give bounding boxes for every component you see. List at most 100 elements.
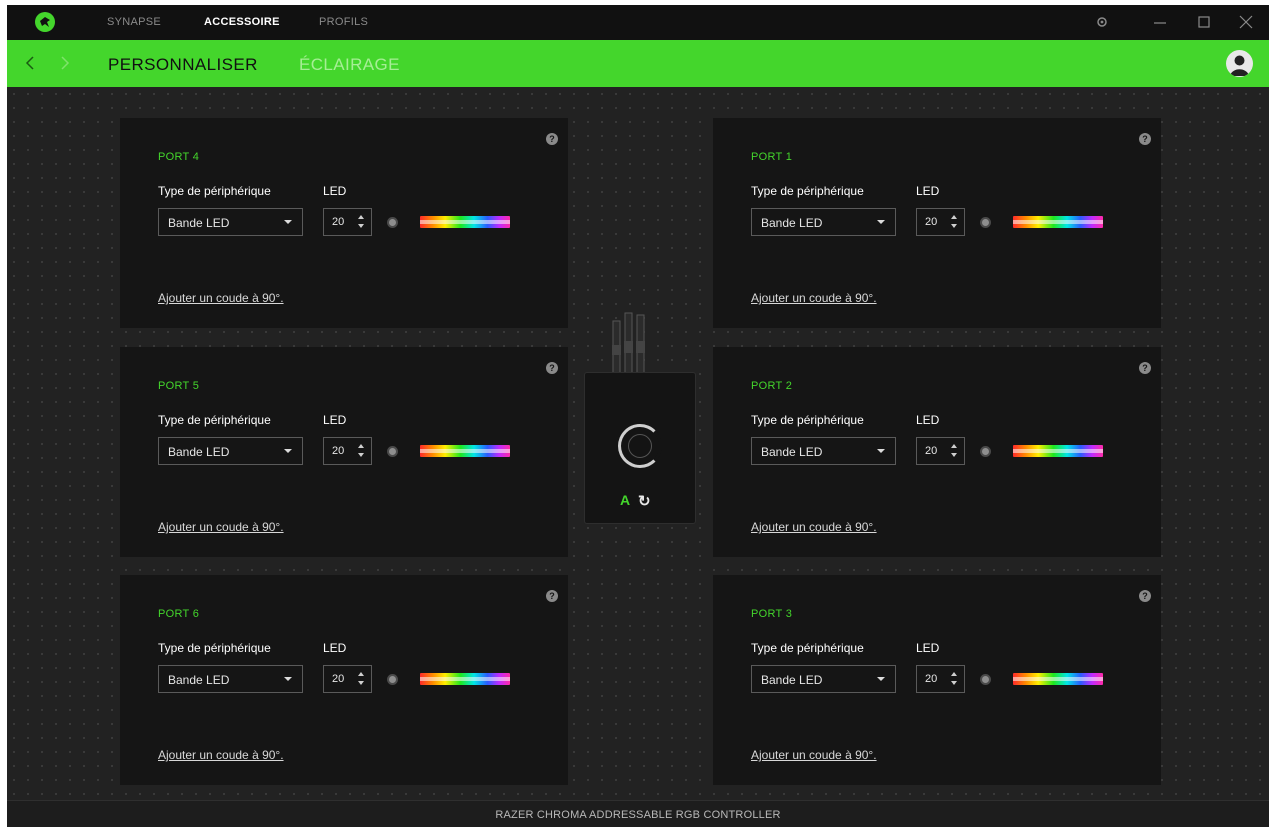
led-strip-preview xyxy=(1013,216,1103,228)
stepper-down-icon[interactable] xyxy=(358,681,364,685)
stepper-up-icon[interactable] xyxy=(951,215,957,219)
chevron-down-icon xyxy=(877,220,885,224)
add-elbow-link[interactable]: Ajouter un coude à 90°. xyxy=(158,748,284,762)
stepper-down-icon[interactable] xyxy=(951,453,957,457)
help-icon[interactable]: ? xyxy=(1139,362,1151,374)
led-count-value: 20 xyxy=(332,216,345,228)
led-count-stepper[interactable]: 20 xyxy=(916,208,965,236)
tab-profils[interactable]: PROFILS xyxy=(319,16,368,28)
add-elbow-link[interactable]: Ajouter un coude à 90°. xyxy=(158,291,284,305)
led-label: LED xyxy=(323,184,347,198)
close-icon[interactable] xyxy=(1237,13,1255,31)
controller-dial-center xyxy=(628,434,652,458)
device-type-label: Type de périphérique xyxy=(751,641,864,655)
led-strip-preview xyxy=(420,216,510,228)
tab-eclairage[interactable]: ÉCLAIRAGE xyxy=(299,55,400,75)
tab-personnaliser[interactable]: PERSONNALISER xyxy=(108,55,258,75)
device-type-value: Bande LED xyxy=(761,445,823,459)
led-preview-toggle-icon[interactable] xyxy=(980,446,991,457)
device-type-select[interactable]: Bande LED xyxy=(158,665,303,693)
led-label: LED xyxy=(916,184,940,198)
port-card: PORT 6 ? Type de périphérique LED Bande … xyxy=(120,575,568,785)
stepper-up-icon[interactable] xyxy=(358,444,364,448)
device-type-label: Type de périphérique xyxy=(158,184,271,198)
help-icon[interactable]: ? xyxy=(1139,590,1151,602)
led-count-value: 20 xyxy=(925,673,938,685)
stepper-down-icon[interactable] xyxy=(951,224,957,228)
device-type-select[interactable]: Bande LED xyxy=(158,437,303,465)
led-label: LED xyxy=(323,641,347,655)
led-strip-preview xyxy=(1013,445,1103,457)
maximize-icon[interactable] xyxy=(1195,13,1213,31)
refresh-icon[interactable]: ↻ xyxy=(638,492,651,510)
help-icon[interactable]: ? xyxy=(546,362,558,374)
port-label: PORT 5 xyxy=(158,380,200,392)
stepper-up-icon[interactable] xyxy=(358,215,364,219)
port-card: PORT 5 ? Type de périphérique LED Bande … xyxy=(120,347,568,557)
tab-synapse[interactable]: SYNAPSE xyxy=(107,16,161,28)
led-count-value: 20 xyxy=(332,673,345,685)
port-card: PORT 1 ? Type de périphérique LED Bande … xyxy=(713,118,1161,328)
led-preview-toggle-icon[interactable] xyxy=(387,446,398,457)
add-elbow-link[interactable]: Ajouter un coude à 90°. xyxy=(751,291,877,305)
tab-accessoire[interactable]: ACCESSOIRE xyxy=(204,16,280,28)
led-count-stepper[interactable]: 20 xyxy=(323,208,372,236)
add-elbow-link[interactable]: Ajouter un coude à 90°. xyxy=(158,520,284,534)
device-type-value: Bande LED xyxy=(168,216,230,230)
led-count-stepper[interactable]: 20 xyxy=(323,437,372,465)
port-label: PORT 6 xyxy=(158,608,200,620)
chevron-down-icon xyxy=(284,677,292,681)
led-preview-toggle-icon[interactable] xyxy=(387,217,398,228)
chevron-down-icon xyxy=(284,220,292,224)
led-preview-toggle-icon[interactable] xyxy=(980,674,991,685)
led-count-stepper[interactable]: 20 xyxy=(916,665,965,693)
led-label: LED xyxy=(916,413,940,427)
forward-arrow-icon[interactable] xyxy=(57,54,73,72)
device-type-label: Type de périphérique xyxy=(158,641,271,655)
led-preview-toggle-icon[interactable] xyxy=(980,217,991,228)
title-bar: SYNAPSE ACCESSOIRE PROFILS xyxy=(7,5,1269,40)
device-type-label: Type de périphérique xyxy=(751,413,864,427)
device-type-value: Bande LED xyxy=(761,673,823,687)
stepper-down-icon[interactable] xyxy=(358,224,364,228)
port-label: PORT 3 xyxy=(751,608,793,620)
led-count-stepper[interactable]: 20 xyxy=(916,437,965,465)
led-count-value: 20 xyxy=(332,445,345,457)
stepper-up-icon[interactable] xyxy=(951,444,957,448)
app-window: SYNAPSE ACCESSOIRE PROFILS PERSONNALISER… xyxy=(7,5,1269,827)
help-icon[interactable]: ? xyxy=(1139,133,1151,145)
device-type-value: Bande LED xyxy=(168,445,230,459)
stepper-down-icon[interactable] xyxy=(951,681,957,685)
device-type-select[interactable]: Bande LED xyxy=(751,437,896,465)
stepper-down-icon[interactable] xyxy=(358,453,364,457)
device-type-select[interactable]: Bande LED xyxy=(158,208,303,236)
controller-cables xyxy=(612,312,645,375)
rgb-controller-device: A ↻ xyxy=(584,372,696,524)
port-card: PORT 3 ? Type de périphérique LED Bande … xyxy=(713,575,1161,785)
add-elbow-link[interactable]: Ajouter un coude à 90°. xyxy=(751,748,877,762)
stepper-up-icon[interactable] xyxy=(951,672,957,676)
user-avatar-icon[interactable] xyxy=(1226,50,1253,77)
chevron-down-icon xyxy=(877,449,885,453)
led-preview-toggle-icon[interactable] xyxy=(387,674,398,685)
help-icon[interactable]: ? xyxy=(546,590,558,602)
controller-dial xyxy=(618,424,662,468)
device-type-value: Bande LED xyxy=(761,216,823,230)
gear-icon[interactable] xyxy=(1093,13,1111,31)
device-type-select[interactable]: Bande LED xyxy=(751,208,896,236)
razer-logo-icon[interactable] xyxy=(35,12,55,32)
back-arrow-icon[interactable] xyxy=(22,54,38,72)
help-icon[interactable]: ? xyxy=(546,133,558,145)
port-label: PORT 4 xyxy=(158,151,200,163)
device-type-select[interactable]: Bande LED xyxy=(751,665,896,693)
chevron-down-icon xyxy=(284,449,292,453)
stepper-up-icon[interactable] xyxy=(358,672,364,676)
led-label: LED xyxy=(323,413,347,427)
controller-a-label: A xyxy=(620,492,631,508)
section-navbar: PERSONNALISER ÉCLAIRAGE xyxy=(7,40,1269,87)
add-elbow-link[interactable]: Ajouter un coude à 90°. xyxy=(751,520,877,534)
minimize-icon[interactable] xyxy=(1151,13,1169,31)
led-count-value: 20 xyxy=(925,216,938,228)
led-strip-preview xyxy=(1013,673,1103,685)
led-count-stepper[interactable]: 20 xyxy=(323,665,372,693)
